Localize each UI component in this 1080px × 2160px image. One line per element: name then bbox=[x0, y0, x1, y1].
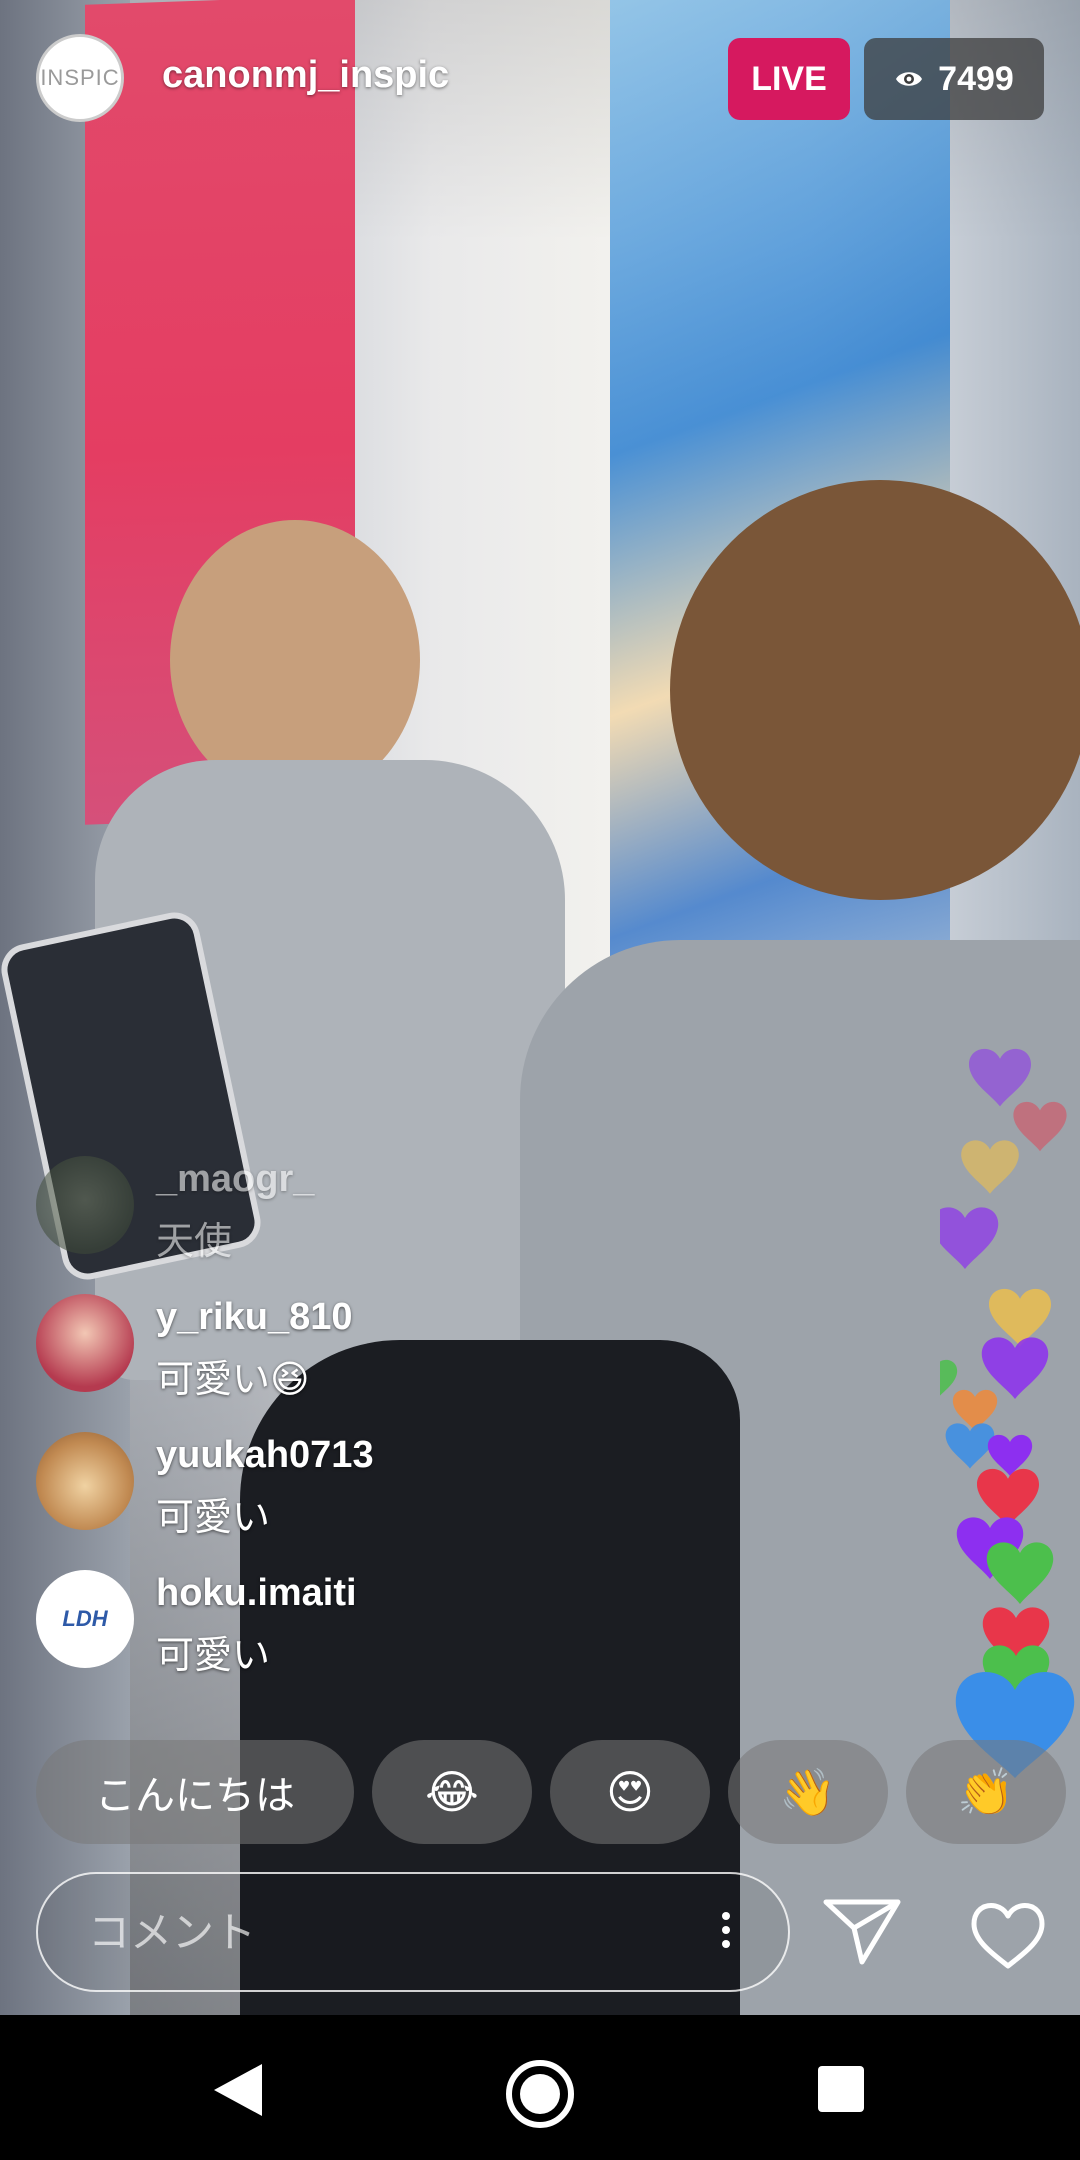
like-heart-icon[interactable] bbox=[968, 1898, 1048, 1970]
quick-reply-row: こんにちは 😂 😍 👋 👏 bbox=[0, 1740, 1080, 1850]
quick-reply-laugh-emoji[interactable]: 😂 bbox=[372, 1740, 532, 1844]
comment-item: LDH hoku.imaiti 可愛い bbox=[36, 1564, 736, 1684]
comment-composer bbox=[36, 1872, 790, 1992]
back-icon[interactable] bbox=[212, 2062, 264, 2118]
commenter-username[interactable]: _maogr_ bbox=[156, 1158, 314, 1201]
clap-emoji-icon: 👏 bbox=[957, 1765, 1015, 1818]
comment-text: 天使 bbox=[156, 1221, 233, 1263]
heart-icon bbox=[986, 1542, 1054, 1604]
comment-item: y_riku_810 可愛い😆 bbox=[36, 1288, 736, 1408]
quick-reply-greeting[interactable]: こんにちは bbox=[36, 1740, 354, 1844]
ldh-logo: LDH bbox=[62, 1606, 108, 1631]
eye-icon bbox=[894, 67, 924, 91]
commenter-username[interactable]: y_riku_810 bbox=[156, 1296, 353, 1339]
home-icon[interactable] bbox=[506, 2060, 574, 2128]
comment-text: 可愛い😆 bbox=[156, 1359, 310, 1401]
live-badge: LIVE bbox=[728, 38, 850, 120]
quick-reply-clap-emoji[interactable]: 👏 bbox=[906, 1740, 1066, 1844]
broadcaster-username[interactable]: canonmj_inspic bbox=[162, 54, 449, 97]
viewer-count-badge[interactable]: 7499 bbox=[864, 38, 1044, 120]
commenter-avatar[interactable] bbox=[36, 1432, 134, 1530]
commenter-username[interactable]: hoku.imaiti bbox=[156, 1572, 357, 1615]
broadcaster-avatar[interactable]: INSPIC bbox=[36, 34, 124, 122]
more-options-icon[interactable] bbox=[716, 1906, 736, 1962]
quick-reply-heart-eyes-emoji[interactable]: 😍 bbox=[550, 1740, 710, 1844]
heart-icon bbox=[981, 1337, 1049, 1399]
video-person-head bbox=[170, 520, 420, 800]
heart-icon bbox=[961, 1140, 1019, 1194]
comment-item: yuukah0713 可愛い bbox=[36, 1426, 736, 1546]
wave-emoji-icon: 👋 bbox=[779, 1765, 837, 1818]
recent-apps-icon[interactable] bbox=[818, 2066, 864, 2112]
quick-reply-wave-emoji[interactable]: 👋 bbox=[728, 1740, 888, 1844]
video-person-head bbox=[670, 480, 1080, 900]
comment-input[interactable] bbox=[86, 1896, 650, 1970]
heart-icon bbox=[968, 1048, 1032, 1107]
commenter-avatar[interactable]: LDH bbox=[36, 1570, 134, 1668]
viewer-count: 7499 bbox=[938, 59, 1014, 98]
comment-text: 可愛い bbox=[156, 1497, 271, 1539]
heart-icon bbox=[945, 1423, 995, 1469]
heart-eyes-emoji-icon: 😍 bbox=[606, 1766, 654, 1818]
live-header: INSPIC canonmj_inspic LIVE 7499 bbox=[0, 0, 1080, 160]
heart-icon bbox=[1013, 1101, 1067, 1152]
laughing-emoji-icon: 😂 bbox=[425, 1766, 479, 1818]
comment-item: _maogr_ 天使 bbox=[36, 1150, 736, 1270]
live-video bbox=[0, 0, 1080, 2015]
comment-text: 可愛い bbox=[156, 1635, 271, 1677]
send-icon[interactable] bbox=[822, 1896, 902, 1968]
heart-icon bbox=[940, 1207, 999, 1269]
commenter-avatar[interactable] bbox=[36, 1294, 134, 1392]
floating-hearts bbox=[940, 1048, 1067, 1707]
commenter-avatar[interactable] bbox=[36, 1156, 134, 1254]
commenter-username[interactable]: yuukah0713 bbox=[156, 1434, 374, 1477]
